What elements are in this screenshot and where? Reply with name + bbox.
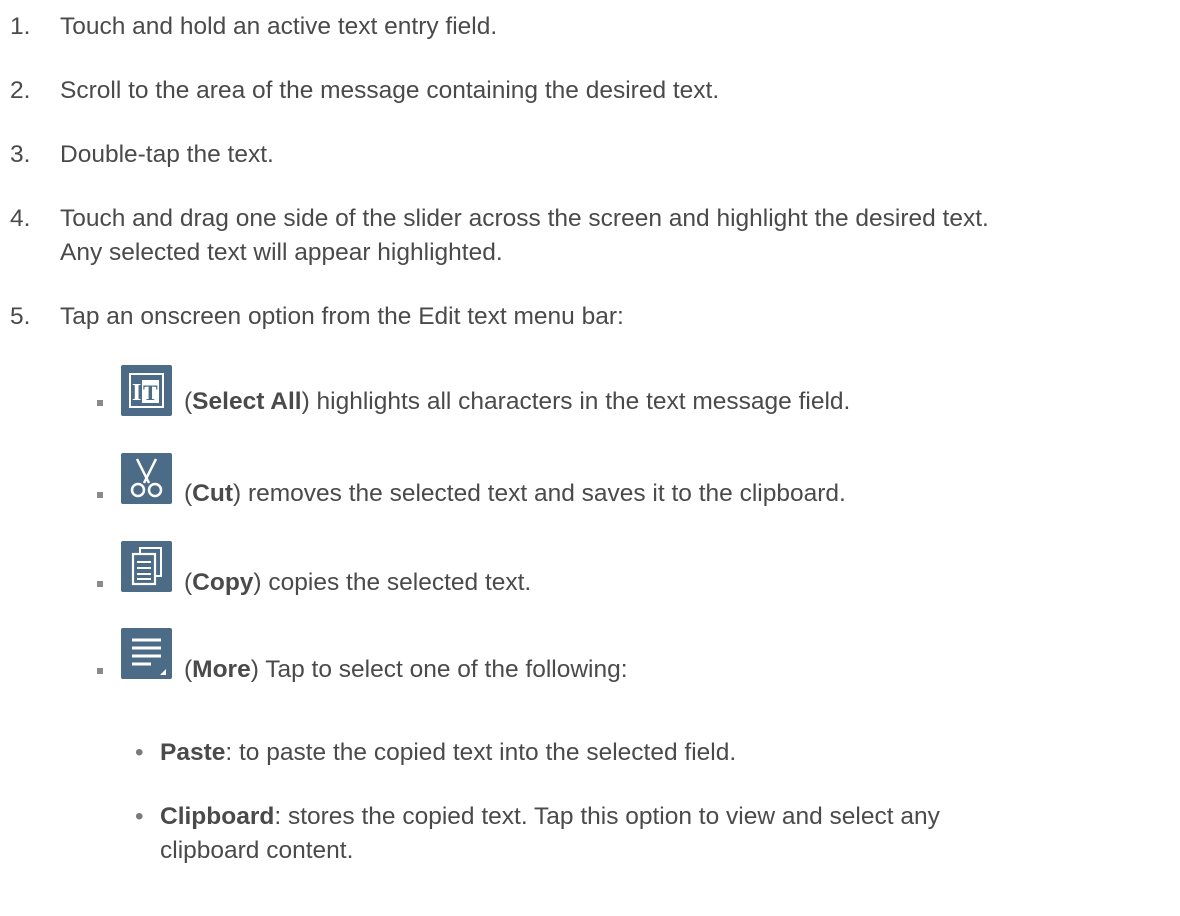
more-item-text: Clipboard: stores the copied text. Tap t… — [160, 803, 940, 830]
more-item-clipboard: • Clipboard: stores the copied text. Tap… — [0, 802, 1180, 832]
step-2: 2. Scroll to the area of the message con… — [0, 76, 1180, 106]
step-4-continued: Any selected text will appear highlighte… — [0, 238, 1180, 268]
option-name: Copy — [192, 569, 254, 596]
step-number: 5. — [10, 303, 31, 330]
square-bullet — [97, 581, 103, 587]
step-number: 1. — [10, 13, 31, 40]
step-4: 4. Touch and drag one side of the slider… — [0, 204, 1180, 234]
option-text: (Copy) copies the selected text. — [184, 569, 532, 596]
more-icon — [121, 628, 172, 679]
square-bullet — [97, 400, 103, 406]
more-item-text: Paste: to paste the copied text into the… — [160, 739, 737, 766]
step-text: Scroll to the area of the message contai… — [60, 77, 720, 104]
step-number: 4. — [10, 205, 31, 232]
option-text: (More) Tap to select one of the followin… — [184, 656, 628, 683]
option-name: More — [192, 656, 251, 683]
square-bullet — [97, 492, 103, 498]
option-name: Select All — [192, 388, 302, 415]
square-bullet — [97, 668, 103, 674]
option-name: Cut — [192, 480, 233, 507]
option-more: (More) Tap to select one of the followin… — [0, 628, 1180, 683]
step-text: Touch and hold an active text entry fiel… — [60, 13, 498, 40]
step-1: 1. Touch and hold an active text entry f… — [0, 12, 1180, 42]
dot-bullet: • — [135, 803, 144, 830]
svg-text:T: T — [143, 380, 158, 405]
svg-text:I: I — [132, 380, 141, 406]
copy-icon — [121, 541, 172, 592]
step-3: 3. Double-tap the text. — [0, 140, 1180, 170]
more-item-name: Paste — [160, 739, 226, 766]
step-5: 5. Tap an onscreen option from the Edit … — [0, 302, 1180, 332]
option-cut: (Cut) removes the selected text and save… — [0, 453, 1180, 508]
step-text: Tap an onscreen option from the Edit tex… — [60, 303, 624, 330]
step-text: Double-tap the text. — [60, 141, 274, 168]
option-select-all: I T (Select All) highlights all characte… — [0, 365, 1180, 420]
more-item-clipboard-continued: clipboard content. — [0, 836, 1180, 866]
option-text: (Select All) highlights all characters i… — [184, 388, 851, 415]
more-item-paste: • Paste: to paste the copied text into t… — [0, 738, 1180, 768]
step-text: Touch and drag one side of the slider ac… — [60, 205, 989, 232]
scissors-icon — [121, 453, 172, 504]
step-number: 3. — [10, 141, 31, 168]
option-text: (Cut) removes the selected text and save… — [184, 480, 846, 507]
step-text-continued: Any selected text will appear highlighte… — [60, 239, 503, 266]
more-item-name: Clipboard — [160, 803, 275, 830]
step-number: 2. — [10, 77, 31, 104]
more-item-text-continued: clipboard content. — [160, 837, 354, 864]
option-copy: (Copy) copies the selected text. — [0, 541, 1180, 596]
dot-bullet: • — [135, 739, 144, 766]
select-all-icon: I T — [121, 365, 172, 416]
